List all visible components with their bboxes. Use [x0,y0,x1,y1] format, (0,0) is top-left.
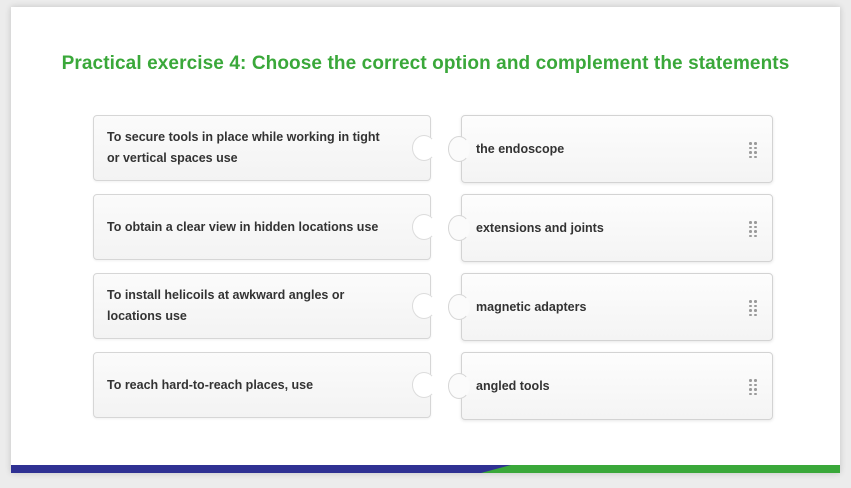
match-row-3: To install helicoils at awkward angles o… [93,273,773,341]
exercise-card: Practical exercise 4: Choose the correct… [11,7,840,473]
option-label: the endoscope [476,142,565,156]
option-label: angled tools [476,379,550,393]
option-2-draggable[interactable]: extensions and joints [461,194,773,262]
puzzle-socket [412,372,436,398]
match-row-1: To secure tools in place while working i… [93,115,773,183]
footer-bar-green [481,465,840,473]
puzzle-socket [412,293,436,319]
statement-4: To reach hard-to-reach places, use [93,352,431,418]
option-label: magnetic adapters [476,300,587,314]
statement-3: To install helicoils at awkward angles o… [93,273,431,339]
puzzle-socket [412,135,436,161]
puzzle-tab [448,294,470,320]
drag-handle-icon[interactable] [749,300,757,316]
option-label: extensions and joints [476,221,604,235]
puzzle-socket [412,214,436,240]
statement-1: To secure tools in place while working i… [93,115,431,181]
match-row-2: To obtain a clear view in hidden locatio… [93,194,773,262]
puzzle-tab [448,373,470,399]
match-row-4: To reach hard-to-reach places, use angle… [93,352,773,420]
drag-handle-icon[interactable] [749,379,757,395]
statement-2: To obtain a clear view in hidden locatio… [93,194,431,260]
option-1-draggable[interactable]: the endoscope [461,115,773,183]
drag-handle-icon[interactable] [749,142,757,158]
option-4-draggable[interactable]: angled tools [461,352,773,420]
exercise-title: Practical exercise 4: Choose the correct… [61,53,790,74]
option-3-draggable[interactable]: magnetic adapters [461,273,773,341]
puzzle-tab [448,136,470,162]
puzzle-tab [448,215,470,241]
drag-handle-icon[interactable] [749,221,757,237]
